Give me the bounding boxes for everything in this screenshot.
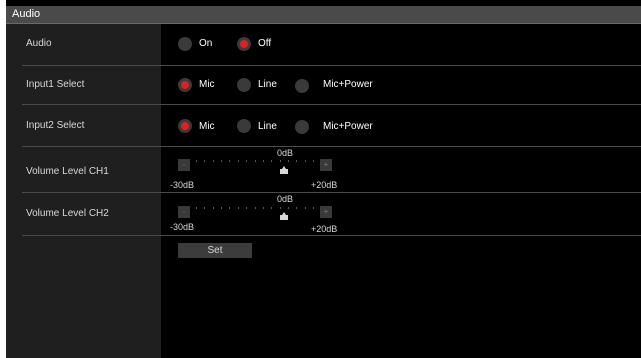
slider-tick	[271, 207, 272, 209]
row-divider	[22, 235, 641, 236]
volume-ch2-minus-button[interactable]: -	[178, 206, 190, 218]
volume-ch1-max-label: +20dB	[311, 180, 338, 190]
input1-mic-radio[interactable]	[178, 78, 192, 92]
volume-ch1-slider-thumb[interactable]	[280, 166, 288, 174]
slider-tick	[221, 207, 222, 209]
audio-settings-panel: Audio Audio On Off Input1 Select Mic Lin…	[0, 0, 641, 358]
input2-micpower-radio[interactable]	[295, 120, 309, 134]
input1-line-label[interactable]: Line	[258, 79, 277, 90]
slider-tick	[229, 160, 230, 162]
set-button[interactable]: Set	[178, 243, 252, 258]
slider-tick	[238, 160, 239, 162]
volume-ch1-slider-track[interactable]	[196, 157, 314, 167]
volume-ch2-center-label: 0dB	[277, 194, 294, 204]
label-column	[6, 24, 161, 358]
slider-tick	[229, 207, 230, 209]
volume-ch2-slider-track[interactable]	[196, 204, 314, 214]
volume-ch1-minus-button[interactable]: -	[178, 159, 190, 171]
row-divider	[22, 65, 641, 66]
slider-tick	[313, 207, 314, 209]
slider-tick	[204, 207, 205, 209]
slider-tick	[213, 207, 214, 209]
slider-tick	[313, 160, 314, 162]
input2-label: Input2 Select	[26, 120, 85, 131]
volume-ch2-label: Volume Level CH2	[26, 208, 109, 219]
audio-on-radio[interactable]	[178, 37, 192, 51]
volume-ch1-plus-button[interactable]: +	[320, 159, 332, 171]
slider-tick	[246, 160, 247, 162]
audio-label: Audio	[26, 38, 52, 49]
row-divider	[22, 146, 641, 147]
slider-tick	[296, 207, 297, 209]
slider-tick	[288, 207, 289, 209]
slider-tick	[196, 160, 197, 162]
input1-micpower-radio[interactable]	[295, 79, 309, 93]
slider-tick	[263, 207, 264, 209]
volume-ch1-min-label: -30dB	[170, 180, 195, 190]
slider-tick	[255, 160, 256, 162]
row-divider	[22, 104, 641, 105]
slider-tick	[271, 160, 272, 162]
volume-ch2-plus-button[interactable]: +	[320, 206, 332, 218]
input1-micpower-label[interactable]: Mic+Power	[323, 79, 373, 90]
slider-tick	[296, 160, 297, 162]
slider-tick	[288, 160, 289, 162]
slider-tick	[213, 160, 214, 162]
slider-tick	[305, 160, 306, 162]
slider-tick	[238, 207, 239, 209]
volume-ch2-slider-thumb[interactable]	[280, 212, 288, 220]
panel-title: Audio	[12, 8, 41, 20]
audio-on-label[interactable]: On	[199, 38, 212, 49]
input2-micpower-label[interactable]: Mic+Power	[323, 121, 373, 132]
input2-line-radio[interactable]	[237, 119, 251, 133]
slider-tick	[280, 207, 281, 209]
slider-tick	[246, 207, 247, 209]
input2-line-label[interactable]: Line	[258, 121, 277, 132]
slider-tick	[305, 207, 306, 209]
input1-mic-label[interactable]: Mic	[199, 79, 215, 90]
slider-tick	[255, 207, 256, 209]
audio-off-radio[interactable]	[237, 37, 251, 51]
slider-tick	[263, 160, 264, 162]
audio-off-label[interactable]: Off	[258, 38, 271, 49]
volume-ch1-label: Volume Level CH1	[26, 166, 109, 177]
input2-mic-label[interactable]: Mic	[199, 121, 215, 132]
slider-tick	[221, 160, 222, 162]
panel-title-bar: Audio	[6, 6, 641, 24]
volume-ch2-min-label: -30dB	[170, 222, 195, 232]
slider-tick	[280, 160, 281, 162]
input2-mic-radio[interactable]	[178, 119, 192, 133]
input1-line-radio[interactable]	[237, 78, 251, 92]
input1-label: Input1 Select	[26, 79, 85, 90]
volume-ch2-max-label: +20dB	[311, 224, 338, 234]
slider-tick	[204, 160, 205, 162]
slider-tick	[196, 207, 197, 209]
row-divider	[22, 192, 641, 193]
